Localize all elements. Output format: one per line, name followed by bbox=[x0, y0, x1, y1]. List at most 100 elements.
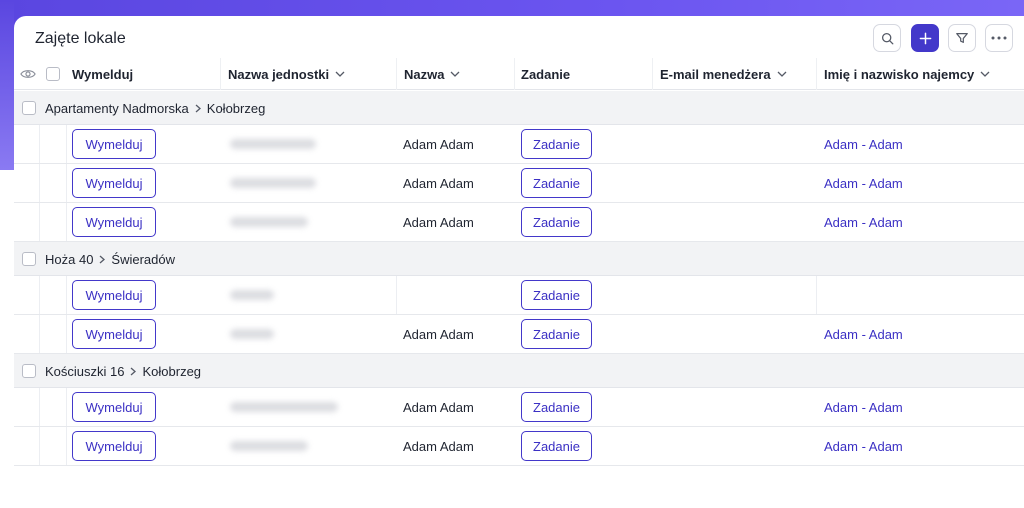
table-row: Wymelduj Adam Adam Zadanie Adam - Adam bbox=[14, 203, 1024, 242]
name-cell: Adam Adam bbox=[403, 215, 474, 230]
task-button[interactable]: Zadanie bbox=[521, 280, 592, 310]
row-divider bbox=[66, 164, 67, 202]
group-label: Kościuszki 16 Kołobrzeg bbox=[45, 354, 201, 388]
page-title: Zajęte lokale bbox=[35, 30, 126, 47]
unit-name-redacted bbox=[230, 402, 338, 412]
column-header-tenant[interactable]: Imię i nazwisko najemcy bbox=[824, 58, 990, 90]
table-row: Wymelduj Adam Adam Zadanie Adam - Adam bbox=[14, 427, 1024, 466]
panel-header: Zajęte lokale bbox=[14, 16, 1024, 58]
group-city: Kołobrzeg bbox=[142, 363, 202, 379]
row-divider bbox=[39, 125, 40, 163]
unit-name-redacted bbox=[230, 329, 274, 339]
task-button[interactable]: Zadanie bbox=[521, 129, 592, 159]
table-row: Wymelduj Adam Adam Zadanie Adam - Adam bbox=[14, 164, 1024, 203]
column-label: E-mail menedżera bbox=[660, 66, 771, 82]
chevron-down-icon bbox=[335, 71, 345, 77]
filter-button[interactable] bbox=[948, 24, 976, 52]
unit-name-redacted bbox=[230, 178, 316, 188]
table-row: Wymelduj Adam Adam Zadanie Adam - Adam bbox=[14, 388, 1024, 427]
group-checkbox[interactable] bbox=[22, 101, 36, 115]
row-divider bbox=[66, 315, 67, 353]
name-cell: Adam Adam bbox=[403, 176, 474, 191]
row-divider bbox=[816, 276, 817, 314]
column-label: Zadanie bbox=[521, 66, 571, 82]
task-button[interactable]: Zadanie bbox=[521, 319, 592, 349]
group-address: Apartamenty Nadmorska bbox=[45, 100, 189, 116]
row-divider bbox=[66, 125, 67, 163]
group-checkbox[interactable] bbox=[22, 364, 36, 378]
more-icon bbox=[991, 36, 1007, 40]
task-button[interactable]: Zadanie bbox=[521, 392, 592, 422]
row-divider bbox=[39, 388, 40, 426]
column-label: Imię i nazwisko najemcy bbox=[824, 66, 975, 82]
search-button[interactable] bbox=[873, 24, 901, 52]
column-header-name[interactable]: Nazwa bbox=[404, 58, 460, 90]
filter-icon bbox=[956, 33, 968, 43]
group-row: Kościuszki 16 Kołobrzeg bbox=[14, 354, 1024, 388]
table-row: Wymelduj Zadanie bbox=[14, 276, 1024, 315]
task-button[interactable]: Zadanie bbox=[521, 168, 592, 198]
chevron-down-icon bbox=[450, 71, 460, 77]
column-divider bbox=[652, 58, 653, 90]
column-label: Wymelduj bbox=[72, 66, 134, 82]
column-header-checkout: Wymelduj bbox=[72, 58, 133, 90]
checkout-button[interactable]: Wymelduj bbox=[72, 392, 156, 422]
task-button[interactable]: Zadanie bbox=[521, 207, 592, 237]
column-divider bbox=[816, 58, 817, 90]
tenant-link[interactable]: Adam - Adam bbox=[824, 315, 903, 354]
row-divider bbox=[39, 427, 40, 465]
checkout-button[interactable]: Wymelduj bbox=[72, 280, 156, 310]
column-label: Nazwa bbox=[404, 66, 445, 82]
row-divider bbox=[39, 315, 40, 353]
table-row: Wymelduj Adam Adam Zadanie Adam - Adam bbox=[14, 125, 1024, 164]
checkout-button[interactable]: Wymelduj bbox=[72, 207, 156, 237]
group-city: Kołobrzeg bbox=[206, 100, 266, 116]
unit-name-redacted bbox=[230, 217, 308, 227]
column-divider bbox=[514, 58, 515, 90]
row-divider bbox=[396, 276, 397, 314]
chevron-down-icon bbox=[980, 71, 990, 77]
row-divider bbox=[66, 388, 67, 426]
left-gradient-bar bbox=[0, 0, 14, 170]
column-header-manager-email[interactable]: E-mail menedżera bbox=[660, 58, 787, 90]
table-row: Wymelduj Adam Adam Zadanie Adam - Adam bbox=[14, 315, 1024, 354]
row-divider bbox=[39, 164, 40, 202]
tenant-link[interactable]: Adam - Adam bbox=[824, 164, 903, 203]
select-all-checkbox[interactable] bbox=[46, 67, 60, 81]
column-divider bbox=[220, 58, 221, 90]
group-city: Świeradów bbox=[111, 251, 176, 267]
checkout-button[interactable]: Wymelduj bbox=[72, 168, 156, 198]
row-divider bbox=[66, 427, 67, 465]
unit-name-redacted bbox=[230, 290, 274, 300]
task-button[interactable]: Zadanie bbox=[521, 431, 592, 461]
occupied-units-panel: Zajęte lokale Wymelduj Nazwa jednostki N… bbox=[14, 16, 1024, 508]
row-divider bbox=[39, 276, 40, 314]
more-button[interactable] bbox=[985, 24, 1013, 52]
unit-name-redacted bbox=[230, 441, 308, 451]
name-cell: Adam Adam bbox=[403, 327, 474, 342]
row-divider bbox=[66, 276, 67, 314]
group-label: Apartamenty Nadmorska Kołobrzeg bbox=[45, 91, 265, 125]
chevron-down-icon bbox=[777, 71, 787, 77]
group-row: Hoża 40 Świeradów bbox=[14, 242, 1024, 276]
table-header: Wymelduj Nazwa jednostki Nazwa Zadanie E… bbox=[14, 58, 1024, 90]
tenant-link[interactable]: Adam - Adam bbox=[824, 125, 903, 164]
checkout-button[interactable]: Wymelduj bbox=[72, 431, 156, 461]
chevron-right-icon bbox=[99, 255, 106, 264]
group-checkbox[interactable] bbox=[22, 252, 36, 266]
tenant-link[interactable]: Adam - Adam bbox=[824, 203, 903, 242]
tenant-link[interactable]: Adam - Adam bbox=[824, 388, 903, 427]
checkout-button[interactable]: Wymelduj bbox=[72, 129, 156, 159]
tenant-link[interactable]: Adam - Adam bbox=[824, 427, 903, 466]
column-visibility-toggle[interactable] bbox=[20, 58, 36, 90]
name-cell: Adam Adam bbox=[403, 400, 474, 415]
checkout-button[interactable]: Wymelduj bbox=[72, 319, 156, 349]
group-label: Hoża 40 Świeradów bbox=[45, 242, 175, 276]
column-label: Nazwa jednostki bbox=[228, 66, 330, 82]
column-header-unit-name[interactable]: Nazwa jednostki bbox=[228, 58, 345, 90]
group-address: Hoża 40 bbox=[45, 251, 94, 267]
chevron-right-icon bbox=[195, 104, 201, 113]
add-button[interactable] bbox=[911, 24, 939, 52]
search-icon bbox=[881, 32, 893, 44]
row-divider bbox=[66, 203, 67, 241]
